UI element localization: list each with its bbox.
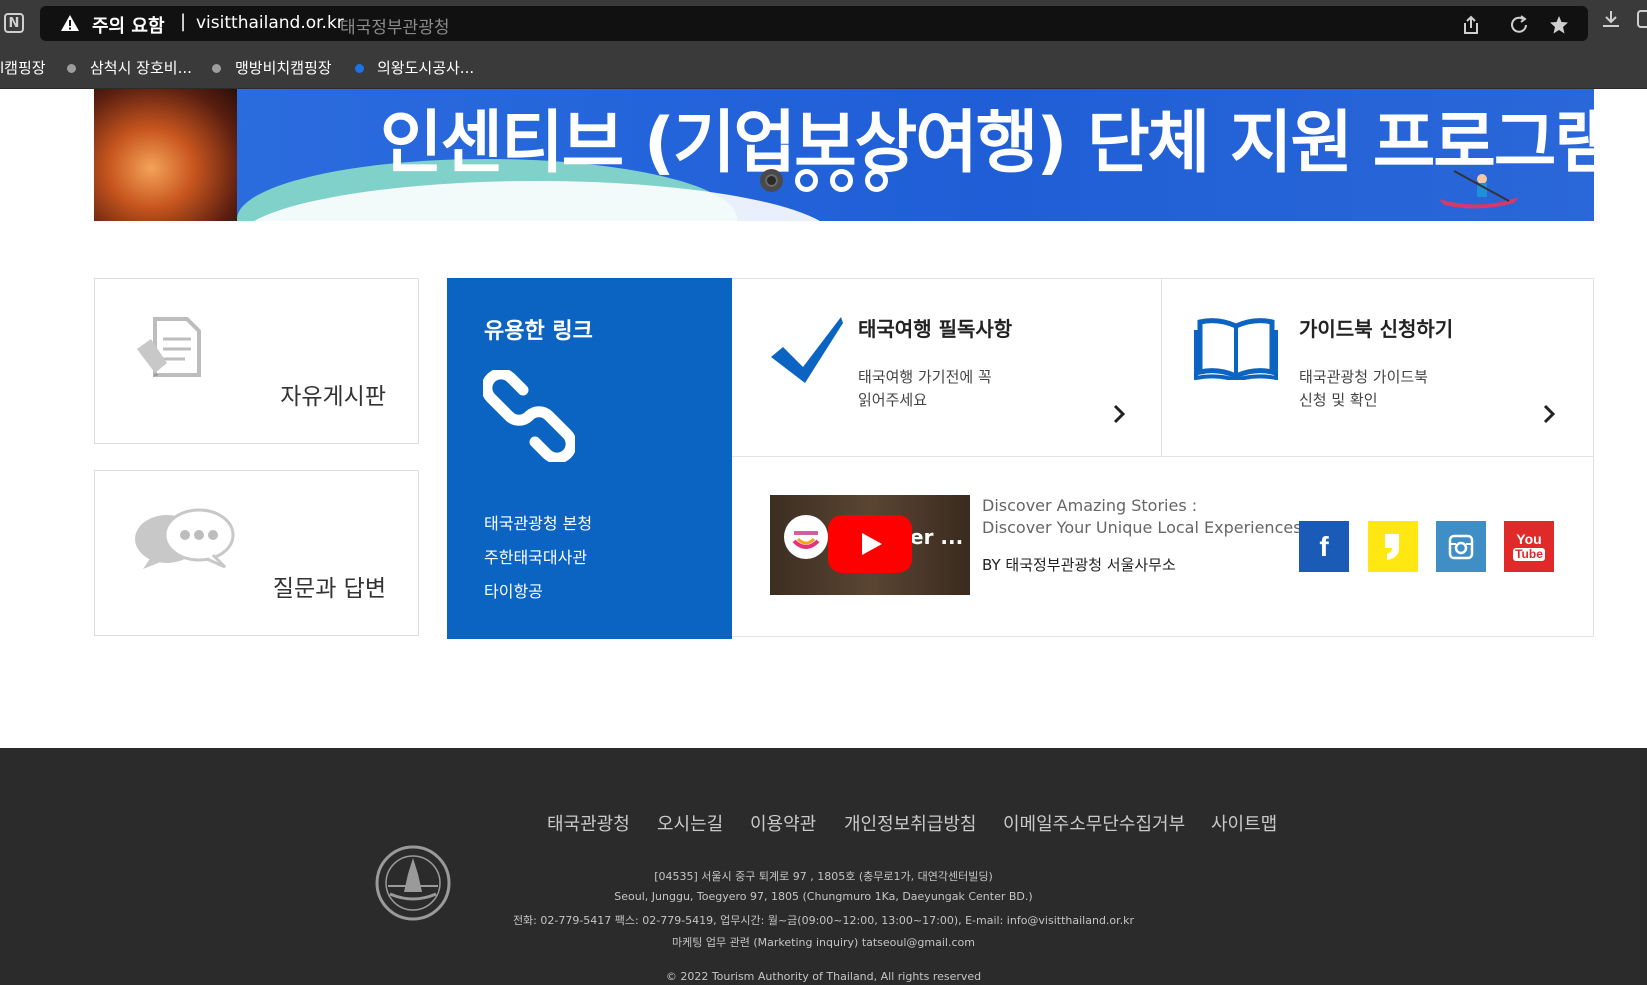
banner-pagination [760,169,888,192]
bookmark-favicon [212,64,221,73]
reload-icon[interactable] [1508,14,1530,36]
banner-photo [94,89,237,221]
kayak-illustration [1439,170,1519,209]
guidebook-desc-1: 태국관광청 가이드북 [1299,368,1428,386]
footer: 태국관광청 오시는길 이용약관 개인정보취급방침 이메일주소무단수집거부 사이트… [0,748,1647,985]
bookmarks-bar: l캠핑장 삼척시 장호비... 맹방비치캠핑장 의왕도시공사... [0,46,1647,89]
chain-link-icon [483,370,575,462]
banner-title: 인센티브 (기업보상여행) 단체 지원 프로그램 [380,104,1594,183]
kakao-button[interactable] [1368,521,1418,572]
facebook-button[interactable]: f [1299,521,1349,572]
bookmark-item[interactable]: l캠핑장 [0,57,46,78]
bookmark-item[interactable]: 맹방비치캠핑장 [235,57,332,78]
banner-dot[interactable] [795,169,818,192]
bookmark-favicon [355,64,364,73]
banner-dot[interactable] [830,169,853,192]
browser-toolbar: N 주의 요함 | visitthailand.or.kr 태국정부관광청 [0,0,1647,46]
footer-address-kr: [04535] 서울시 중구 퇴계로 97 , 1805호 (충무로1가, 대연… [654,870,993,883]
qna-box[interactable]: 질문과 답변 [94,470,419,636]
useful-links-panel: 유용한 링크 태국관광청 본청 주한태국대사관 타이항공 [447,278,732,639]
banner-dot[interactable] [865,169,888,192]
guidebook-title: 가이드북 신청하기 [1299,317,1454,341]
kakao-icon [1385,533,1399,560]
video-author: BY 태국정부관광청 서울사무소 [982,556,1176,574]
link-tat-hq[interactable]: 태국관광청 본청 [484,510,592,534]
qna-label: 질문과 답변 [272,576,386,602]
guidebook-card[interactable]: 가이드북 신청하기 태국관광청 가이드북 신청 및 확인 [1162,278,1594,456]
facebook-icon: f [1319,530,1329,562]
divider [732,456,1594,457]
useful-links-title: 유용한 링크 [484,319,593,344]
footer-link-email-refusal[interactable]: 이메일주소무단수집거부 [1003,810,1185,836]
must-read-desc-1: 태국여행 가기전에 꼭 [858,368,992,386]
bookmark-favicon [67,64,76,73]
share-icon[interactable] [1460,14,1482,36]
instagram-button[interactable] [1436,521,1486,572]
extensions-star-icon[interactable] [1548,14,1570,36]
video-caption-line1: Discover Amazing Stories : [982,496,1198,515]
youtube-video-thumbnail[interactable]: er ... [770,495,970,595]
url-domain[interactable]: visitthailand.or.kr [196,13,344,33]
menu-icon[interactable] [1636,8,1647,30]
link-thai-embassy[interactable]: 주한태국대사관 [484,544,587,568]
download-icon[interactable] [1600,8,1622,30]
amazing-thailand-logo-mark [792,531,820,549]
security-warning-label[interactable]: 주의 요함 [92,12,165,38]
chevron-right-icon [1113,404,1126,424]
free-board-label: 자유게시판 [280,384,386,410]
youtube-icon-text: You [1516,531,1542,547]
footer-link-directions[interactable]: 오시는길 [657,810,723,836]
footer-marketing: 마케팅 업무 관련 (Marketing inquiry) tatseoul@g… [672,936,975,949]
footer-copyright: © 2022 Tourism Authority of Thailand, Al… [665,970,982,983]
url-separator: | [180,11,187,32]
video-title-fragment: er ... [910,525,964,549]
open-book-icon [1194,318,1278,380]
url-page-title: 태국정부관광청 [340,18,450,38]
chevron-right-icon [1543,404,1556,424]
footer-contact: 전화: 02-779-5417 팩스: 02-779-5419, 업무시간: 월… [512,914,1135,927]
must-read-title: 태국여행 필독사항 [858,317,1013,341]
footer-link-privacy[interactable]: 개인정보취급방침 [844,810,976,836]
banner-dot[interactable] [760,169,783,192]
guidebook-desc-2: 신청 및 확인 [1299,391,1378,409]
must-read-desc-2: 읽어주세요 [858,391,928,409]
video-caption-line2: Discover Your Unique Local Experiences: [982,518,1307,537]
bookmark-item[interactable]: 삼척시 장호비... [90,57,192,78]
link-thai-airways[interactable]: 타이항공 [484,578,543,602]
promo-banner[interactable]: 인센티브 (기업보상여행) 단체 지원 프로그램 [94,89,1594,221]
youtube-button[interactable]: You Tube [1504,521,1554,572]
bookmark-item[interactable]: 의왕도시공사... [377,57,474,78]
document-pencil-icon [137,317,201,377]
free-board-box[interactable]: 자유게시판 [94,278,419,444]
footer-address-en: Seoul, Junggu, Toegyero 97, 1805 (Chungm… [614,890,1033,903]
address-bar[interactable]: 주의 요함 | visitthailand.or.kr 태국정부관광청 [40,6,1588,41]
must-read-card[interactable]: 태국여행 필독사항 태국여행 가기전에 꼭 읽어주세요 [732,278,1161,456]
footer-link-tat[interactable]: 태국관광청 [547,810,630,836]
warning-icon [61,15,79,31]
tab-notion-icon[interactable]: N [4,13,24,33]
youtube-play-button[interactable] [828,515,912,573]
checkmark-icon [771,317,843,383]
instagram-icon [1448,534,1474,559]
play-icon [862,533,882,555]
footer-link-terms[interactable]: 이용약관 [750,810,816,836]
youtube-icon-badge: Tube [1513,547,1545,561]
amazing-thailand-logo [784,515,828,559]
chat-bubbles-icon [135,508,235,569]
footer-link-sitemap[interactable]: 사이트맵 [1211,810,1277,836]
